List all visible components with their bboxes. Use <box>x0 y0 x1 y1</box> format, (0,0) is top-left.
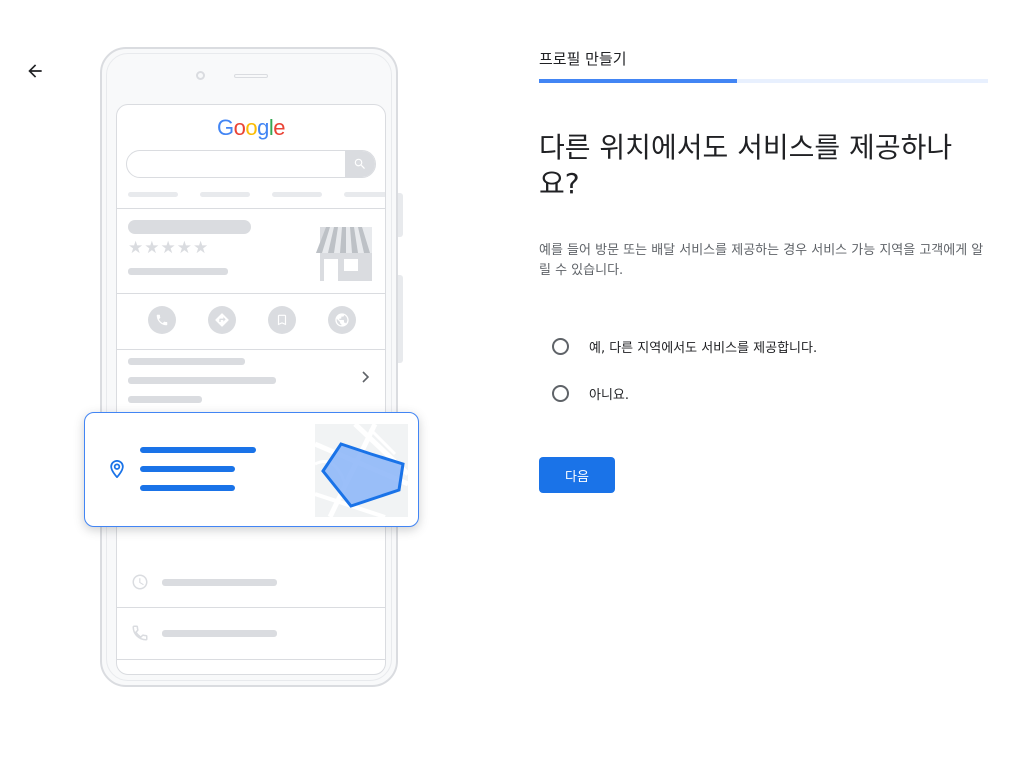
card-detail-line <box>140 485 235 491</box>
chevron-right-icon <box>362 371 370 383</box>
storefront-icon <box>314 223 374 281</box>
card-detail-line <box>140 447 256 453</box>
clock-icon <box>132 574 148 590</box>
location-pin-icon <box>110 460 124 478</box>
mock-tab-placeholder <box>128 192 178 197</box>
mock-hours-line <box>162 579 277 586</box>
phone-screen: Google ★★★★★ <box>116 104 386 675</box>
mock-search-button <box>345 151 375 177</box>
globe-icon <box>335 313 349 327</box>
radio-option-no[interactable]: 아니요. <box>552 381 629 405</box>
progress-bar-fill <box>539 79 737 83</box>
phone-side-button <box>398 193 403 237</box>
mock-phone-line <box>162 630 277 637</box>
page: Google ★★★★★ 프로필 만들기 다른 위치에서도 서비스를 제공하나요… <box>0 0 1017 764</box>
phone-illustration: Google ★★★★★ <box>100 47 398 687</box>
arrow-back-icon <box>28 64 42 78</box>
phone-speaker <box>234 74 268 78</box>
mock-save-action <box>268 306 296 334</box>
search-icon <box>354 158 365 169</box>
page-title: 다른 위치에서도 서비스를 제공하나요? <box>539 131 953 200</box>
mock-call-action <box>148 306 176 334</box>
radio-button[interactable] <box>552 337 569 355</box>
mock-tab-placeholder <box>272 192 322 197</box>
mock-tab-placeholder <box>200 192 250 197</box>
bookmark-icon <box>277 314 287 326</box>
phone-side-button <box>398 275 403 363</box>
radio-button[interactable] <box>552 384 569 402</box>
radio-option-yes[interactable]: 예, 다른 지역에서도 서비스를 제공합니다. <box>552 334 817 358</box>
google-logo: Google <box>216 115 286 140</box>
phone-camera <box>196 71 205 80</box>
mock-category-line <box>128 268 228 275</box>
page-description: 예를 들어 방문 또는 배달 서비스를 제공하는 경우 서비스 가능 지역을 고… <box>539 243 984 278</box>
mock-directions-action <box>208 306 236 334</box>
phone-icon <box>132 625 148 641</box>
directions-icon <box>215 313 229 327</box>
mock-search-bar <box>126 150 376 178</box>
mock-business-name <box>128 220 251 234</box>
mock-rating-stars: ★★★★★ <box>128 238 210 258</box>
phone-icon <box>156 314 168 326</box>
radio-option-label: 예, 다른 지역에서도 서비스를 제공합니다. <box>589 340 818 356</box>
service-area-map <box>315 424 408 517</box>
mock-detail-line <box>128 377 276 384</box>
mock-detail-line <box>128 358 245 365</box>
next-button[interactable]: 다음 <box>539 457 615 493</box>
progress-bar <box>539 79 988 83</box>
step-label: 프로필 만들기 <box>539 50 627 68</box>
radio-option-label: 아니요. <box>589 387 630 403</box>
mock-website-action <box>328 306 356 334</box>
mock-tab-placeholder <box>344 192 385 197</box>
mock-detail-line <box>128 396 202 403</box>
service-area-card <box>84 412 419 527</box>
back-button[interactable] <box>22 58 48 84</box>
card-detail-line <box>140 466 235 472</box>
